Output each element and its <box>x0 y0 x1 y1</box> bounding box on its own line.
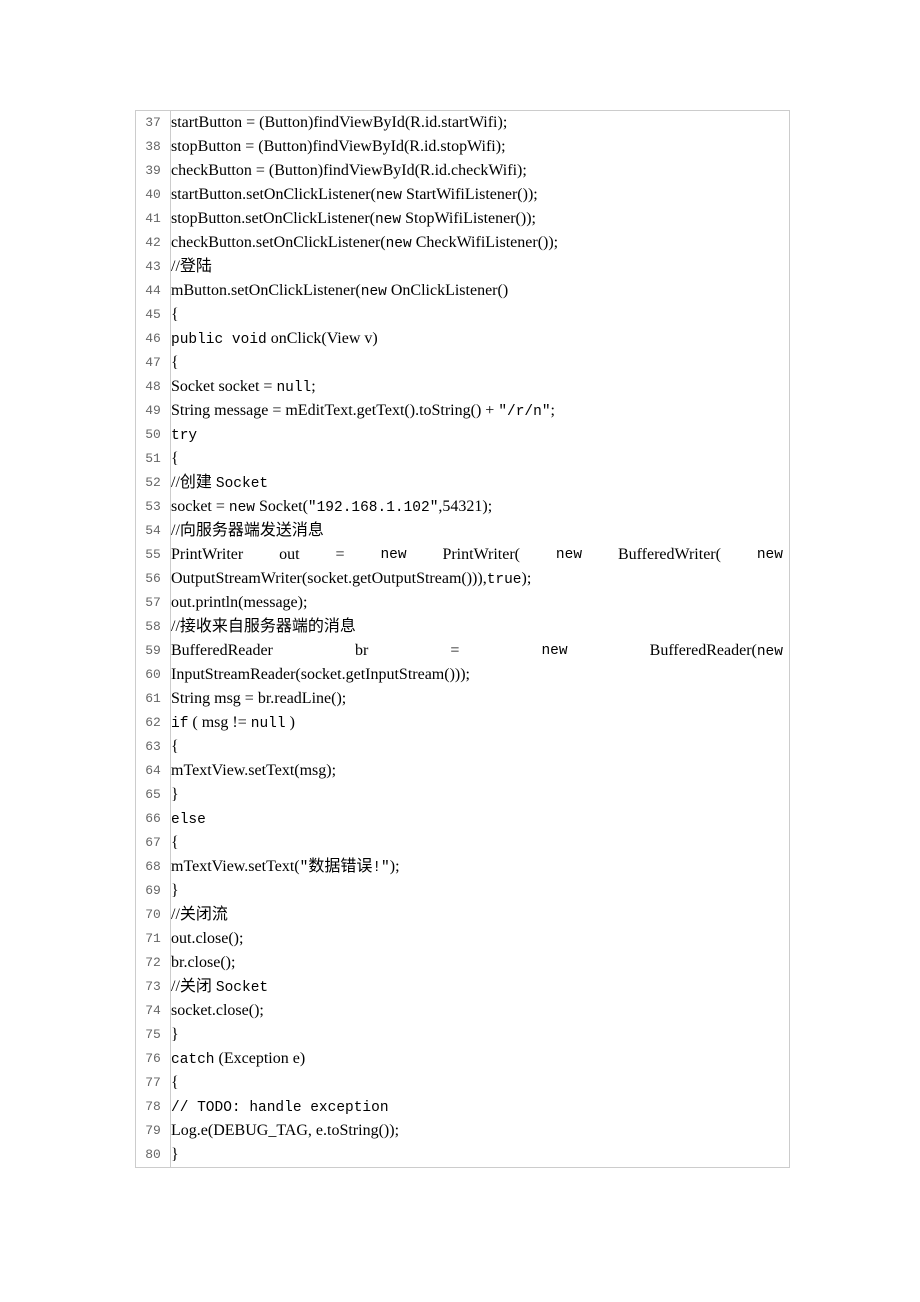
code-line: socket = new Socket("192.168.1.102",5432… <box>171 495 789 519</box>
code-line: String message = mEditText.getText().toS… <box>171 399 789 423</box>
code-line: catch (Exception e) <box>171 1047 789 1071</box>
code-line: mTextView.setText("数据错误!"); <box>171 855 789 879</box>
line-number: 37 <box>136 111 170 135</box>
code-line: stopButton = (Button)findViewById(R.id.s… <box>171 135 789 159</box>
code-line: } <box>171 879 789 903</box>
line-number: 79 <box>136 1119 170 1143</box>
line-number: 53 <box>136 495 170 519</box>
code-line: OutputStreamWriter(socket.getOutputStrea… <box>171 567 789 591</box>
line-number: 38 <box>136 135 170 159</box>
code-line: } <box>171 1023 789 1047</box>
line-number: 61 <box>136 687 170 711</box>
line-number: 71 <box>136 927 170 951</box>
code-block: 3738394041424344454647484950515253545556… <box>135 110 790 1168</box>
code-line: startButton.setOnClickListener(new Start… <box>171 183 789 207</box>
code-line: out.close(); <box>171 927 789 951</box>
line-number: 73 <box>136 975 170 999</box>
code-line: // TODO: handle exception <box>171 1095 789 1119</box>
code-line: br.close(); <box>171 951 789 975</box>
line-number: 39 <box>136 159 170 183</box>
code-line: if ( msg != null ) <box>171 711 789 735</box>
line-number: 65 <box>136 783 170 807</box>
code-line: BufferedReaderbr=newBufferedReader(new <box>171 639 789 663</box>
line-number: 75 <box>136 1023 170 1047</box>
code-line: //向服务器端发送消息 <box>171 519 789 543</box>
code-line: String msg = br.readLine(); <box>171 687 789 711</box>
line-number: 40 <box>136 183 170 207</box>
line-number: 43 <box>136 255 170 279</box>
line-number: 49 <box>136 399 170 423</box>
code-content: startButton = (Button)findViewById(R.id.… <box>171 111 790 1168</box>
line-number: 54 <box>136 519 170 543</box>
code-line: public void onClick(View v) <box>171 327 789 351</box>
code-line: startButton = (Button)findViewById(R.id.… <box>171 111 789 135</box>
line-number: 42 <box>136 231 170 255</box>
code-line: checkButton.setOnClickListener(new Check… <box>171 231 789 255</box>
line-number: 50 <box>136 423 170 447</box>
code-line: } <box>171 783 789 807</box>
code-line: PrintWriterout=newPrintWriter(newBuffere… <box>171 543 789 567</box>
code-line: //接收来自服务器端的消息 <box>171 615 789 639</box>
code-line: { <box>171 831 789 855</box>
code-line: } <box>171 1143 789 1167</box>
code-line: //创建 Socket <box>171 471 789 495</box>
line-number: 63 <box>136 735 170 759</box>
line-number: 59 <box>136 639 170 663</box>
line-number: 46 <box>136 327 170 351</box>
line-number: 70 <box>136 903 170 927</box>
line-number: 72 <box>136 951 170 975</box>
line-number: 67 <box>136 831 170 855</box>
line-number: 51 <box>136 447 170 471</box>
code-line: //关闭流 <box>171 903 789 927</box>
code-line: try <box>171 423 789 447</box>
line-number: 41 <box>136 207 170 231</box>
line-number: 78 <box>136 1095 170 1119</box>
code-line: InputStreamReader(socket.getInputStream(… <box>171 663 789 687</box>
line-number-gutter: 3738394041424344454647484950515253545556… <box>136 111 171 1168</box>
code-line: //登陆 <box>171 255 789 279</box>
code-line: else <box>171 807 789 831</box>
page: 3738394041424344454647484950515253545556… <box>0 0 920 1248</box>
code-line: out.println(message); <box>171 591 789 615</box>
line-number: 60 <box>136 663 170 687</box>
line-number: 44 <box>136 279 170 303</box>
code-line: //关闭 Socket <box>171 975 789 999</box>
code-line: mButton.setOnClickListener(new OnClickLi… <box>171 279 789 303</box>
line-number: 64 <box>136 759 170 783</box>
line-number: 48 <box>136 375 170 399</box>
code-line: Socket socket = null; <box>171 375 789 399</box>
code-line: { <box>171 303 789 327</box>
code-line: checkButton = (Button)findViewById(R.id.… <box>171 159 789 183</box>
line-number: 69 <box>136 879 170 903</box>
code-line: { <box>171 447 789 471</box>
line-number: 47 <box>136 351 170 375</box>
line-number: 68 <box>136 855 170 879</box>
code-line: stopButton.setOnClickListener(new StopWi… <box>171 207 789 231</box>
code-line: mTextView.setText(msg); <box>171 759 789 783</box>
code-line: socket.close(); <box>171 999 789 1023</box>
line-number: 45 <box>136 303 170 327</box>
line-number: 76 <box>136 1047 170 1071</box>
line-number: 55 <box>136 543 170 567</box>
line-number: 57 <box>136 591 170 615</box>
line-number: 66 <box>136 807 170 831</box>
line-number: 52 <box>136 471 170 495</box>
line-number: 58 <box>136 615 170 639</box>
line-number: 74 <box>136 999 170 1023</box>
code-line: Log.e(DEBUG_TAG, e.toString()); <box>171 1119 789 1143</box>
line-number: 62 <box>136 711 170 735</box>
line-number: 80 <box>136 1143 170 1167</box>
code-line: { <box>171 735 789 759</box>
line-number: 77 <box>136 1071 170 1095</box>
code-line: { <box>171 351 789 375</box>
code-line: { <box>171 1071 789 1095</box>
line-number: 56 <box>136 567 170 591</box>
